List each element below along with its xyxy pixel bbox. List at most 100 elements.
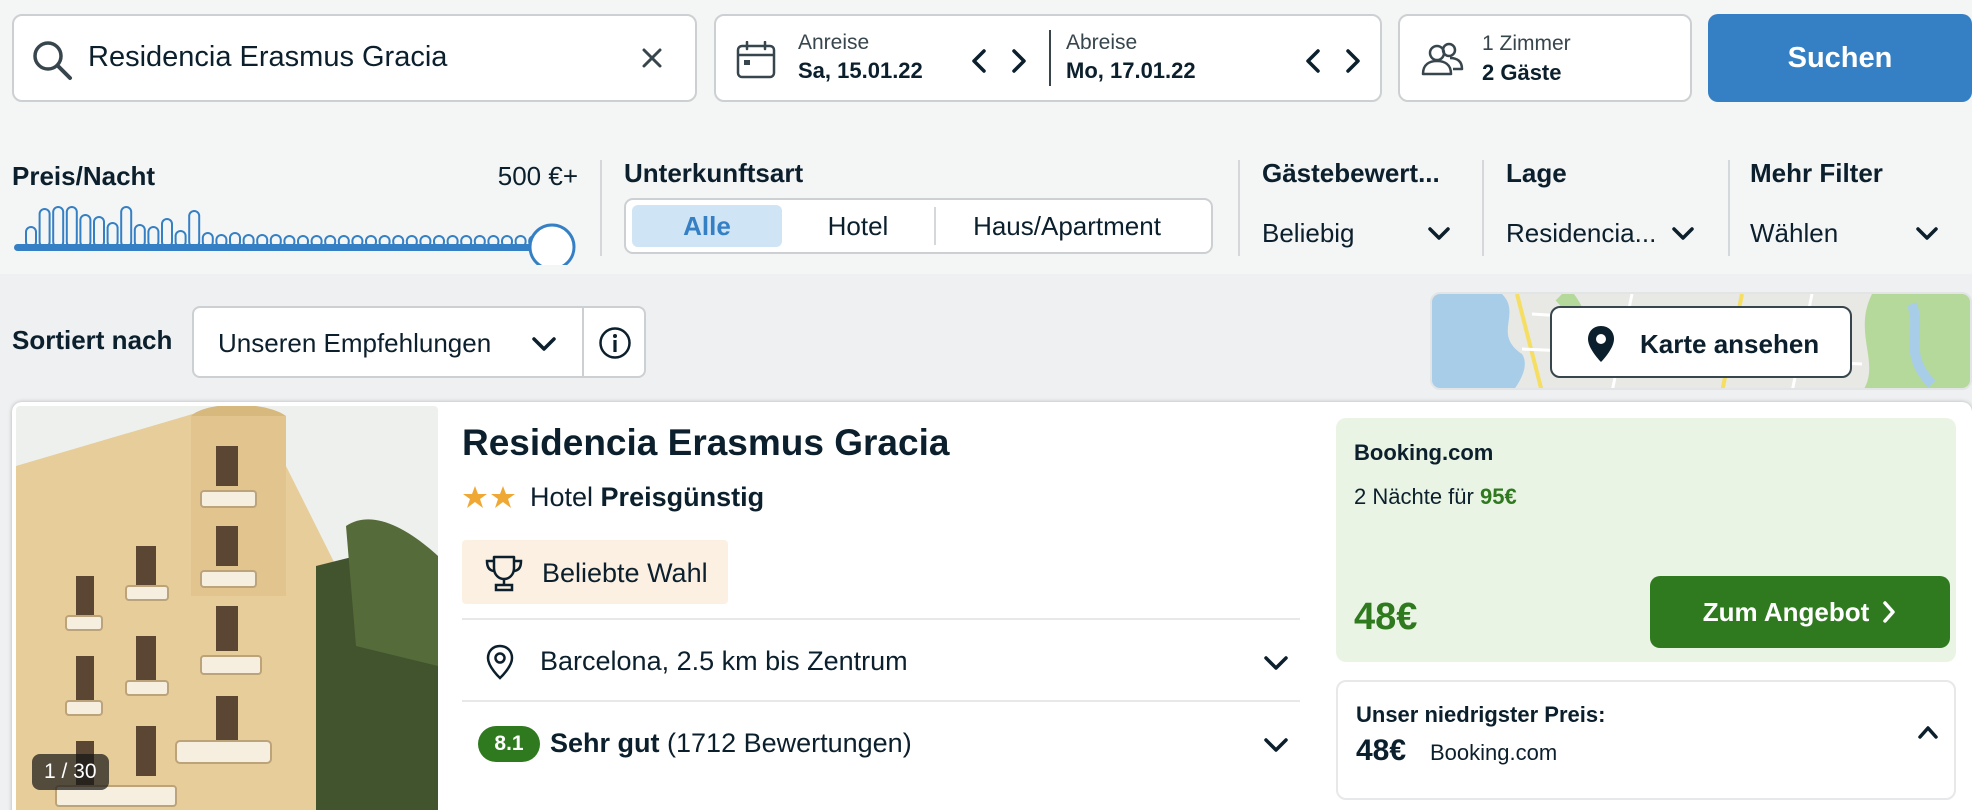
- rating-score-badge: 8.1: [478, 726, 540, 762]
- checkout-field[interactable]: Abreise Mo, 17.01.22: [1066, 30, 1196, 86]
- calendar-icon: [736, 41, 776, 79]
- chevron-right-icon: [1883, 601, 1896, 623]
- rating-filter-value: Beliebig: [1262, 218, 1355, 248]
- view-map-label: Karte ansehen: [1640, 329, 1820, 359]
- search-query: Residencia Erasmus Gracia: [88, 41, 448, 73]
- star-rating: [463, 486, 515, 508]
- sort-value: Unseren Empfehlungen: [218, 328, 492, 358]
- map-pin-icon: [1588, 326, 1614, 362]
- popular-choice-badge: Beliebte Wahl: [462, 540, 728, 604]
- guest-picker[interactable]: 1 Zimmer 2 Gäste: [1398, 14, 1692, 102]
- checkout-label: Abreise: [1066, 31, 1138, 54]
- view-map-button[interactable]: Karte ansehen: [1550, 306, 1852, 378]
- sort-divider: [582, 308, 584, 376]
- chevron-down-icon: [1672, 227, 1694, 240]
- view-deal-button[interactable]: Zum Angebot: [1650, 576, 1950, 648]
- search-input[interactable]: Residencia Erasmus Gracia: [12, 14, 697, 102]
- offer-price: 48€: [1354, 596, 1418, 638]
- histogram-bar: [93, 216, 105, 248]
- rating-row[interactable]: 8.1 Sehr gut (1712 Bewertungen): [462, 704, 1300, 782]
- star-icon: [491, 486, 515, 508]
- rating-count: (1712 Bewertungen): [667, 728, 912, 758]
- search-icon: [33, 41, 72, 80]
- filter-divider: [1482, 160, 1484, 256]
- best-offer-panel[interactable]: Booking.com 2 Nächte für 95€ 48€ Zum Ang…: [1336, 418, 1956, 662]
- hotel-type: Hotel Preisgünstig: [530, 482, 764, 513]
- trophy-icon: [485, 555, 523, 592]
- date-picker[interactable]: Anreise Sa, 15.01.22 Abreise Mo, 17.01.2…: [714, 14, 1382, 102]
- chevron-down-icon: [1428, 227, 1450, 240]
- rating-text: Sehr gut (1712 Bewertungen): [550, 728, 912, 759]
- type-option-apartment[interactable]: Haus/Apartment: [936, 205, 1198, 247]
- accommodation-type-title: Unterkunftsart: [624, 158, 804, 188]
- location-pin-icon: [486, 644, 514, 680]
- sort-label: Sortiert nach: [12, 325, 173, 355]
- offer-nights-text: 2 Nächte für: [1354, 484, 1474, 509]
- chevron-left-icon[interactable]: [1300, 46, 1326, 76]
- rating-filter[interactable]: Gästebewert... Beliebig: [1262, 150, 1452, 260]
- sort-dropdown[interactable]: Unseren Empfehlungen: [192, 306, 646, 378]
- price-slider-track[interactable]: [14, 244, 552, 251]
- view-deal-label: Zum Angebot: [1702, 596, 1870, 627]
- location-filter-title: Lage: [1506, 158, 1567, 188]
- checkin-label: Anreise: [798, 31, 870, 54]
- histogram-bar: [133, 224, 146, 248]
- histogram-bar: [65, 206, 78, 248]
- row-divider: [462, 618, 1300, 620]
- filter-divider: [1728, 160, 1730, 256]
- more-filters[interactable]: Mehr Filter Wählen: [1750, 150, 1940, 260]
- hotel-name[interactable]: Residencia Erasmus Gracia: [462, 422, 949, 464]
- guests-icon: [1421, 42, 1464, 76]
- histogram-bar: [52, 206, 65, 248]
- location-row[interactable]: Barcelona, 2.5 km bis Zentrum: [462, 622, 1300, 700]
- histogram-bar: [188, 210, 201, 248]
- search-button[interactable]: Suchen: [1708, 14, 1972, 102]
- price-filter[interactable]: Preis/Nacht 500 €+: [12, 155, 578, 265]
- lowest-price-label: Unser niedrigster Preis:: [1356, 702, 1606, 727]
- type-option-hotel[interactable]: Hotel: [782, 205, 934, 247]
- hotel-type-label: Hotel: [530, 482, 594, 512]
- rating-word: Sehr gut: [550, 728, 660, 758]
- offer-provider: Booking.com: [1354, 440, 1494, 465]
- star-icon: [463, 486, 487, 508]
- info-icon[interactable]: [598, 326, 632, 360]
- histogram-bar: [161, 218, 173, 248]
- location-filter[interactable]: Lage Residencia...: [1506, 150, 1696, 260]
- row-divider: [462, 700, 1300, 702]
- chevron-down-icon: [1264, 656, 1288, 670]
- checkin-field[interactable]: Anreise Sa, 15.01.22: [798, 30, 923, 86]
- histogram-bar: [106, 222, 119, 248]
- guests-value: 2 Gäste: [1482, 60, 1562, 85]
- accommodation-type-filter: Unterkunftsart Alle Hotel Haus/Apartment: [624, 150, 1214, 260]
- filter-divider: [600, 160, 602, 256]
- filter-divider: [1238, 160, 1240, 256]
- rooms-value: 1 Zimmer: [1482, 32, 1571, 55]
- hotel-result-card[interactable]: 1 / 30 Residencia Erasmus Gracia Hotel P…: [12, 402, 1972, 810]
- location-filter-value: Residencia...: [1506, 218, 1657, 248]
- accommodation-type-segmented: Alle Hotel Haus/Apartment: [624, 198, 1213, 254]
- date-divider: [1049, 30, 1051, 86]
- offer-nights: 2 Nächte für 95€: [1354, 484, 1517, 510]
- hotel-photo[interactable]: 1 / 30: [16, 406, 438, 810]
- badge-label: Beliebte Wahl: [542, 558, 708, 588]
- lowest-price-provider: Booking.com: [1430, 740, 1558, 765]
- histogram-bar: [120, 206, 133, 248]
- price-slider-handle[interactable]: [528, 223, 576, 265]
- chevron-down-icon: [532, 337, 556, 351]
- checkin-value: Sa, 15.01.22: [798, 58, 923, 83]
- chevron-right-icon[interactable]: [1340, 46, 1366, 76]
- hotel-price-class: Preisgünstig: [600, 482, 765, 512]
- chevron-left-icon[interactable]: [966, 46, 992, 76]
- type-option-all[interactable]: Alle: [632, 205, 782, 247]
- chevron-up-icon[interactable]: [1916, 722, 1940, 742]
- chevron-down-icon: [1916, 227, 1938, 240]
- chevron-right-icon[interactable]: [1006, 46, 1032, 76]
- checkout-value: Mo, 17.01.22: [1066, 58, 1196, 83]
- histogram-bar: [79, 214, 92, 248]
- close-icon[interactable]: [637, 43, 667, 73]
- rating-filter-title: Gästebewert...: [1262, 158, 1440, 188]
- more-filters-title: Mehr Filter: [1750, 158, 1883, 188]
- histogram-bar: [38, 208, 51, 248]
- lowest-price-panel[interactable]: Unser niedrigster Preis: 48€ Booking.com: [1336, 680, 1956, 800]
- more-filters-value: Wählen: [1750, 218, 1839, 248]
